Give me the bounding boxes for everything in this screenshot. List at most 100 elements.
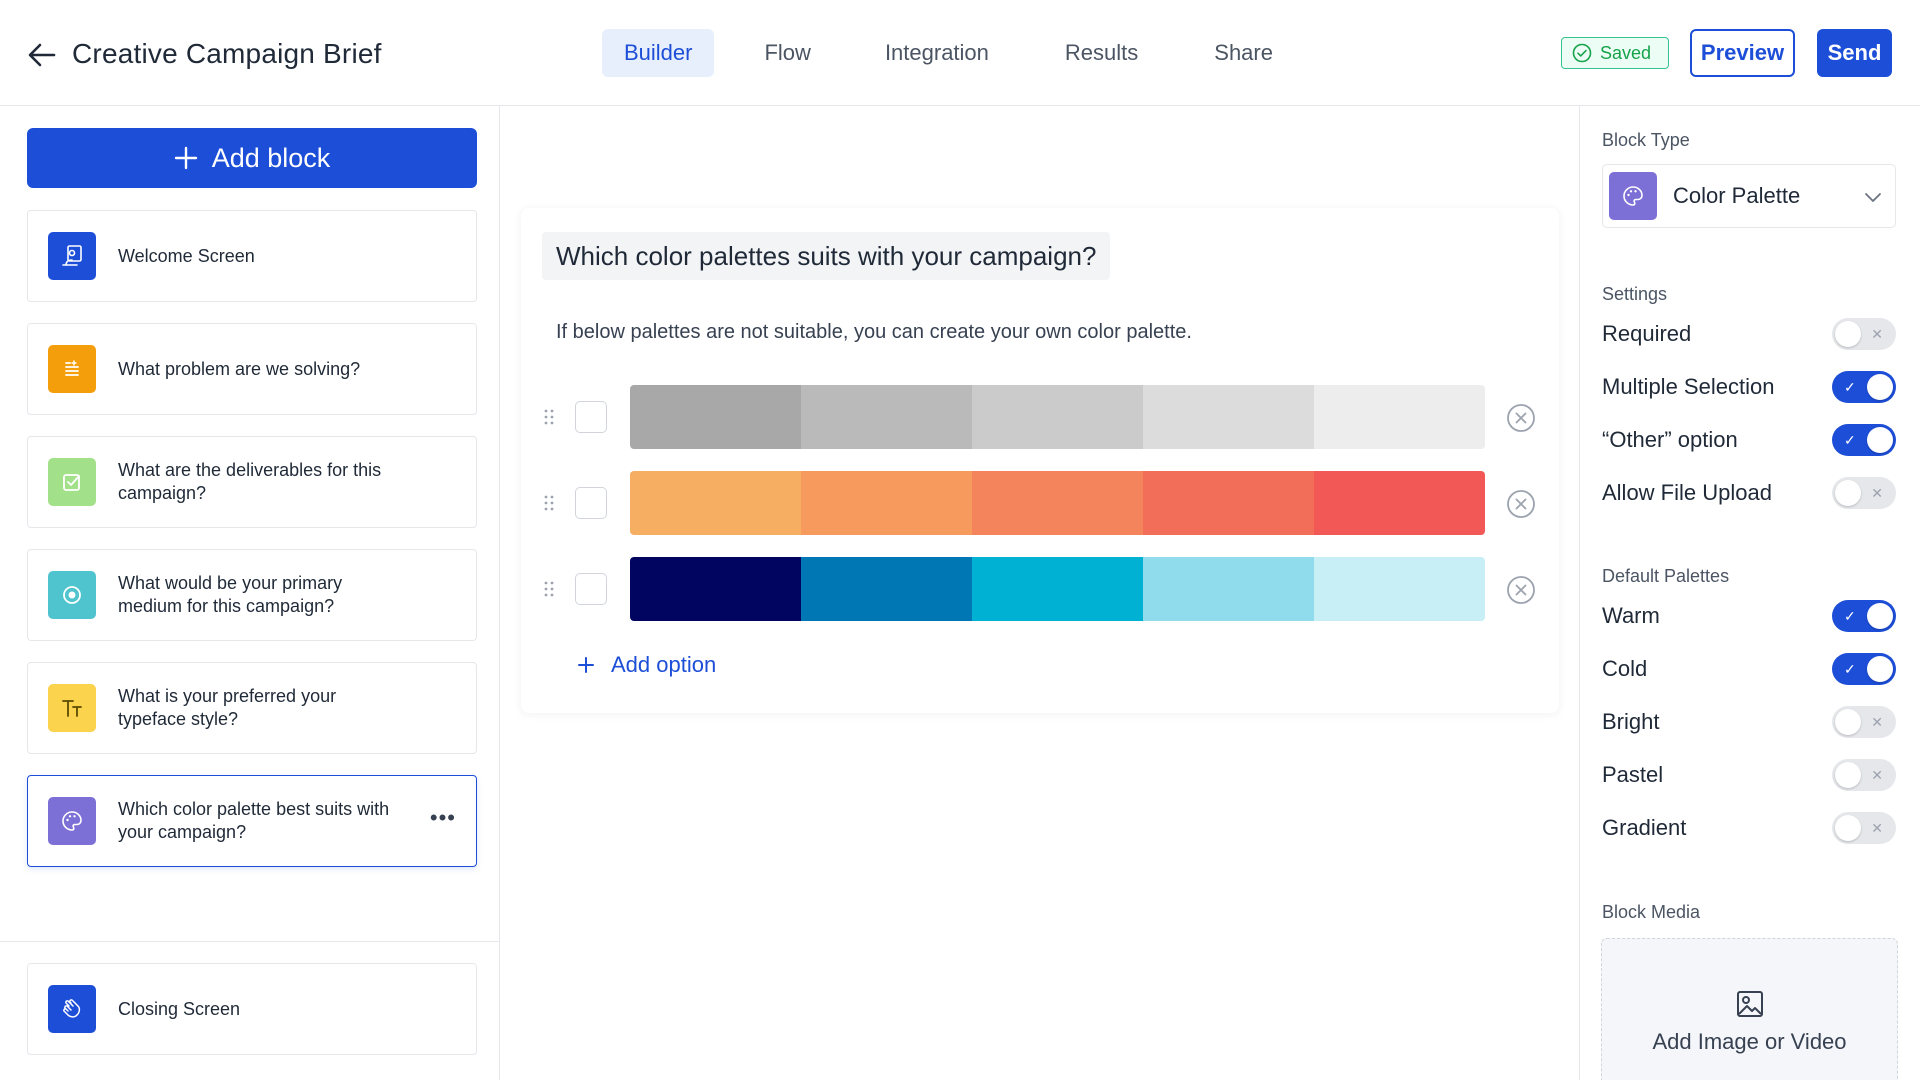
setting-label: Gradient xyxy=(1602,815,1687,840)
cold-toggle[interactable]: ✓ xyxy=(1832,653,1896,685)
question-card: Which color palettes suits with your cam… xyxy=(521,208,1559,713)
warm-toggle[interactable]: ✓ xyxy=(1832,600,1896,632)
tab-flow[interactable]: Flow xyxy=(742,29,832,77)
question-title[interactable]: Which color palettes suits with your cam… xyxy=(542,232,1111,280)
add-media-label: Add Image or Video xyxy=(1652,1029,1847,1054)
block-item-welcome[interactable]: Welcome Screen xyxy=(27,210,477,302)
color-swatch xyxy=(1314,557,1485,621)
setting-label: Pastel xyxy=(1602,762,1664,787)
builder-canvas: Which color palettes suits with your cam… xyxy=(501,106,1579,1080)
drag-handle-icon[interactable] xyxy=(543,407,555,427)
color-swatch xyxy=(972,471,1143,535)
block-item-medium[interactable]: What would be your primary medium for th… xyxy=(27,549,477,641)
block-label: Closing Screen xyxy=(118,998,241,1019)
remove-option-icon[interactable] xyxy=(1506,575,1536,605)
color-swatch xyxy=(972,557,1143,621)
palette-swatches[interactable] xyxy=(630,557,1485,621)
block-label: Which color palette best suits with your… xyxy=(118,799,390,842)
block-item-closing[interactable]: Closing Screen xyxy=(27,963,477,1055)
main-tabs: Builder Flow Integration Results Share xyxy=(602,29,1295,77)
bright-toggle[interactable]: ✕ xyxy=(1832,706,1896,738)
blocks-sidebar: Add block Welcome Screen What problem ar… xyxy=(0,106,500,1080)
more-options-icon[interactable]: ••• xyxy=(430,807,456,829)
color-swatch xyxy=(1314,385,1485,449)
setting-other-option: “Other” option ✓ xyxy=(1602,424,1896,456)
color-swatch xyxy=(801,471,972,535)
required-toggle[interactable]: ✕ xyxy=(1832,318,1896,350)
check-circle-icon xyxy=(1572,43,1592,63)
plus-icon xyxy=(578,657,594,673)
setting-label: Allow File Upload xyxy=(1602,480,1772,505)
gradient-toggle[interactable]: ✕ xyxy=(1832,812,1896,844)
send-button[interactable]: Send xyxy=(1817,29,1892,77)
preview-button[interactable]: Preview xyxy=(1690,29,1795,77)
drag-handle-icon[interactable] xyxy=(543,493,555,513)
block-type-value: Color Palette xyxy=(1673,183,1801,208)
add-block-label: Add block xyxy=(211,142,331,173)
remove-option-icon[interactable] xyxy=(1506,489,1536,519)
block-item-typeface[interactable]: What is your preferred your typeface sty… xyxy=(27,662,477,754)
setting-label: Required xyxy=(1602,321,1692,346)
block-item-deliverables[interactable]: What are the deliverables for this campa… xyxy=(27,436,477,528)
question-description[interactable]: If below palettes are not suitable, you … xyxy=(556,321,1192,344)
text-lines-icon xyxy=(48,345,96,393)
saved-label: Saved xyxy=(1600,42,1652,63)
color-swatch xyxy=(1314,471,1485,535)
palette-setting-warm: Warm ✓ xyxy=(1602,600,1896,632)
option-checkbox[interactable] xyxy=(575,401,607,433)
palette-setting-bright: Bright ✕ xyxy=(1602,706,1896,738)
tab-share[interactable]: Share xyxy=(1192,29,1295,77)
allow-file-upload-toggle[interactable]: ✕ xyxy=(1832,477,1896,509)
add-option-button[interactable]: Add option xyxy=(577,652,716,678)
palette-option-row xyxy=(521,385,1559,449)
setting-label: Warm xyxy=(1602,603,1660,628)
block-label: What is your preferred your typeface sty… xyxy=(118,686,337,729)
palette-icon xyxy=(48,797,96,845)
block-label: What would be your primary medium for th… xyxy=(118,573,343,616)
color-swatch xyxy=(1143,385,1314,449)
tab-builder[interactable]: Builder xyxy=(602,29,715,77)
form-title: Creative Campaign Brief xyxy=(72,38,382,69)
plus-icon xyxy=(174,146,197,170)
add-media-dropzone[interactable]: Add Image or Video xyxy=(1601,938,1898,1080)
palette-option-row xyxy=(521,557,1559,621)
block-item-problem[interactable]: What problem are we solving? xyxy=(27,323,477,415)
palette-option-row xyxy=(521,471,1559,535)
palette-swatches[interactable] xyxy=(630,385,1485,449)
add-block-button[interactable]: Add block xyxy=(27,128,477,188)
option-checkbox[interactable] xyxy=(575,487,607,519)
other-option-toggle[interactable]: ✓ xyxy=(1832,424,1896,456)
color-swatch xyxy=(630,557,801,621)
palette-swatches[interactable] xyxy=(630,471,1485,535)
pastel-toggle[interactable]: ✕ xyxy=(1832,759,1896,791)
option-checkbox[interactable] xyxy=(575,573,607,605)
checkbox-icon xyxy=(48,458,96,506)
back-arrow-icon[interactable] xyxy=(26,39,58,71)
palette-setting-gradient: Gradient ✕ xyxy=(1602,812,1896,844)
top-bar: Creative Campaign Brief Builder Flow Int… xyxy=(0,0,1920,106)
color-swatch xyxy=(801,557,972,621)
radio-icon xyxy=(48,571,96,619)
wave-hand-icon xyxy=(48,985,96,1033)
image-icon xyxy=(1736,991,1763,1017)
tab-results[interactable]: Results xyxy=(1043,29,1160,77)
block-item-color-palette[interactable]: Which color palette best suits with your… xyxy=(27,775,477,867)
remove-option-icon[interactable] xyxy=(1506,403,1536,433)
setting-label: Cold xyxy=(1602,656,1648,681)
color-swatch xyxy=(1143,557,1314,621)
block-type-label: Block Type xyxy=(1602,130,1690,150)
drag-handle-icon[interactable] xyxy=(543,579,555,599)
setting-label: Multiple Selection xyxy=(1602,374,1775,399)
setting-label: “Other” option xyxy=(1602,427,1738,452)
multiple-selection-toggle[interactable]: ✓ xyxy=(1832,371,1896,403)
block-media-label: Block Media xyxy=(1602,902,1701,922)
block-type-select[interactable]: Color Palette xyxy=(1602,164,1896,228)
default-palettes-label: Default Palettes xyxy=(1602,566,1730,586)
block-label: Welcome Screen xyxy=(118,245,255,266)
typeface-icon xyxy=(48,684,96,732)
block-settings-panel: Block Type Color Palette Settings Requir… xyxy=(1579,106,1920,1080)
tab-integration[interactable]: Integration xyxy=(863,29,1011,77)
settings-label: Settings xyxy=(1602,284,1668,304)
color-swatch xyxy=(630,385,801,449)
sidebar-divider xyxy=(0,941,500,942)
